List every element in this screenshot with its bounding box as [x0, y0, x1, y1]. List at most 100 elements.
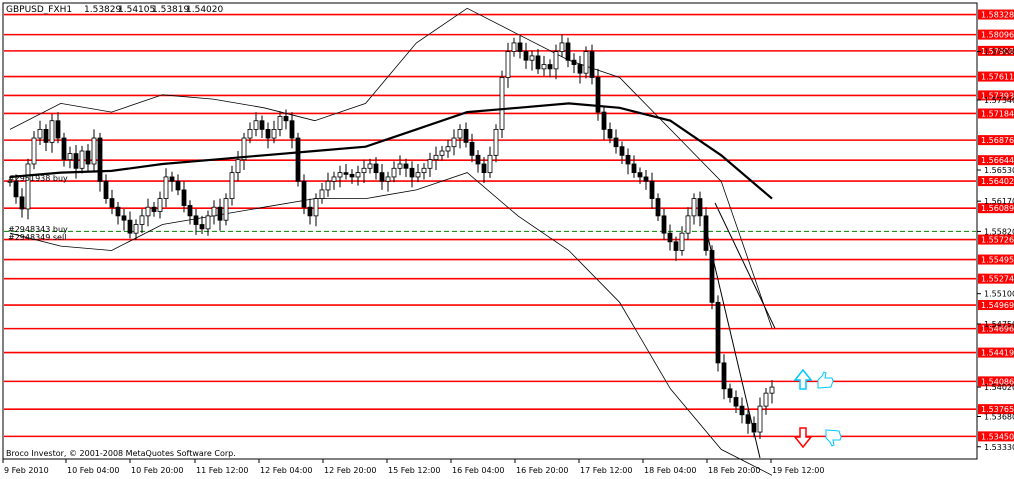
candle-body: [61, 137, 67, 161]
candle-body: [265, 128, 271, 139]
candle-body: [139, 215, 145, 225]
candle-body: [457, 128, 463, 139]
candle-body: [427, 159, 433, 169]
candle-body: [535, 55, 541, 70]
candle-body: [403, 163, 409, 169]
candle-body: [157, 198, 163, 212]
candle-body: [565, 42, 571, 61]
candle-body: [481, 163, 487, 174]
price-tag-label: 1.55495: [981, 256, 1014, 265]
candle-body: [523, 51, 529, 61]
candle-body: [697, 198, 703, 217]
candle-body: [559, 42, 565, 52]
candle-body: [415, 172, 421, 178]
candle-body: [25, 163, 31, 210]
candle-body: [673, 241, 679, 251]
candle-body: [307, 206, 313, 217]
candle-body: [625, 154, 631, 165]
ohlc-open: 1.53829: [84, 5, 121, 15]
candle-body: [145, 206, 151, 217]
price-label: 1.55100: [984, 290, 1014, 299]
candle-body: [619, 146, 625, 156]
candle-body: [19, 196, 25, 210]
candle-body: [121, 215, 127, 221]
candle-body: [55, 120, 61, 139]
candle-body: [313, 198, 319, 217]
candle-body: [439, 150, 445, 156]
candle-body: [325, 180, 331, 191]
time-label: 18 Feb 20:00: [708, 466, 760, 475]
candle-body: [685, 215, 691, 234]
candle-body: [541, 64, 547, 70]
copyright-text: Broco Investor, © 2001-2008 MetaQuotes S…: [6, 449, 236, 458]
candle-body: [271, 128, 277, 139]
candle-body: [13, 180, 19, 198]
candle-body: [451, 137, 457, 148]
price-tag-label: 1.57184: [981, 109, 1014, 118]
candle-body: [769, 386, 775, 394]
time-label: 16 Feb 20:00: [516, 466, 568, 475]
candle-body: [211, 206, 217, 217]
candle-body: [385, 176, 391, 182]
candle-body: [679, 232, 685, 251]
candle-body: [475, 154, 481, 165]
candle-body: [115, 206, 121, 217]
price-tag-label: 1.54969: [981, 301, 1014, 310]
price-tag-label: 1.56402: [981, 177, 1014, 186]
candle-body: [745, 414, 751, 424]
price-label: 1.57340: [984, 96, 1014, 105]
candle-body: [355, 172, 361, 178]
ohlc-close: 1.54020: [186, 5, 223, 15]
candle-body: [379, 172, 385, 182]
candle-body: [445, 146, 451, 152]
candle-body: [223, 198, 229, 221]
price-tag-label: 1.58328: [981, 11, 1014, 20]
price-tag-label: 1.57611: [981, 73, 1014, 82]
candle-body: [103, 180, 109, 199]
candle-body: [109, 198, 115, 208]
time-label: 12 Feb 04:00: [260, 466, 312, 475]
time-label: 11 Feb 12:00: [196, 466, 248, 475]
candle-body: [757, 405, 763, 433]
price-label: 1.53680: [984, 412, 1014, 421]
candle-body: [655, 198, 661, 217]
candle-body: [433, 154, 439, 161]
time-label: 10 Feb 04:00: [67, 466, 119, 475]
candle-body: [133, 224, 139, 234]
candle-body: [79, 150, 85, 169]
price-label: 1.56170: [984, 197, 1014, 206]
candle-body: [631, 163, 637, 174]
price-tag-label: 1.55274: [981, 275, 1014, 284]
candle-body: [217, 206, 223, 221]
time-label: 18 Feb 04:00: [644, 466, 696, 475]
time-label: 15 Feb 12:00: [388, 466, 440, 475]
candle-body: [229, 172, 235, 199]
candle-body: [463, 128, 469, 143]
candle-body: [547, 64, 553, 70]
candle-body: [247, 128, 253, 139]
candle-body: [553, 51, 559, 70]
price-tag-label: 1.54419: [981, 349, 1014, 358]
order-label-bottom: #2948349 sell: [8, 233, 66, 242]
candle-body: [571, 59, 577, 65]
candle-body: [583, 51, 589, 74]
candle-body: [295, 137, 301, 182]
candle-body: [643, 176, 649, 182]
candle-body: [493, 128, 499, 156]
price-label: 1.57900: [984, 48, 1014, 57]
price-tag-label: 1.53450: [981, 432, 1014, 441]
price-label: 1.55820: [984, 227, 1014, 236]
candle-body: [199, 224, 205, 230]
candle-body: [727, 388, 733, 398]
price-tag-label: 1.58096: [981, 31, 1014, 40]
symbol-label: GBPUSD_FXH1: [6, 5, 72, 15]
candle-body: [637, 172, 643, 178]
candle-body: [163, 176, 169, 199]
price-chart[interactable]: 1.583281.580961.579081.576111.573931.571…: [0, 0, 1014, 479]
order-label-top: #2951938 buy: [8, 174, 68, 183]
candle-body: [667, 232, 673, 243]
candle-body: [91, 137, 97, 165]
candle-body: [49, 120, 55, 143]
candle-body: [37, 128, 43, 139]
time-label: 16 Feb 04:00: [452, 466, 504, 475]
